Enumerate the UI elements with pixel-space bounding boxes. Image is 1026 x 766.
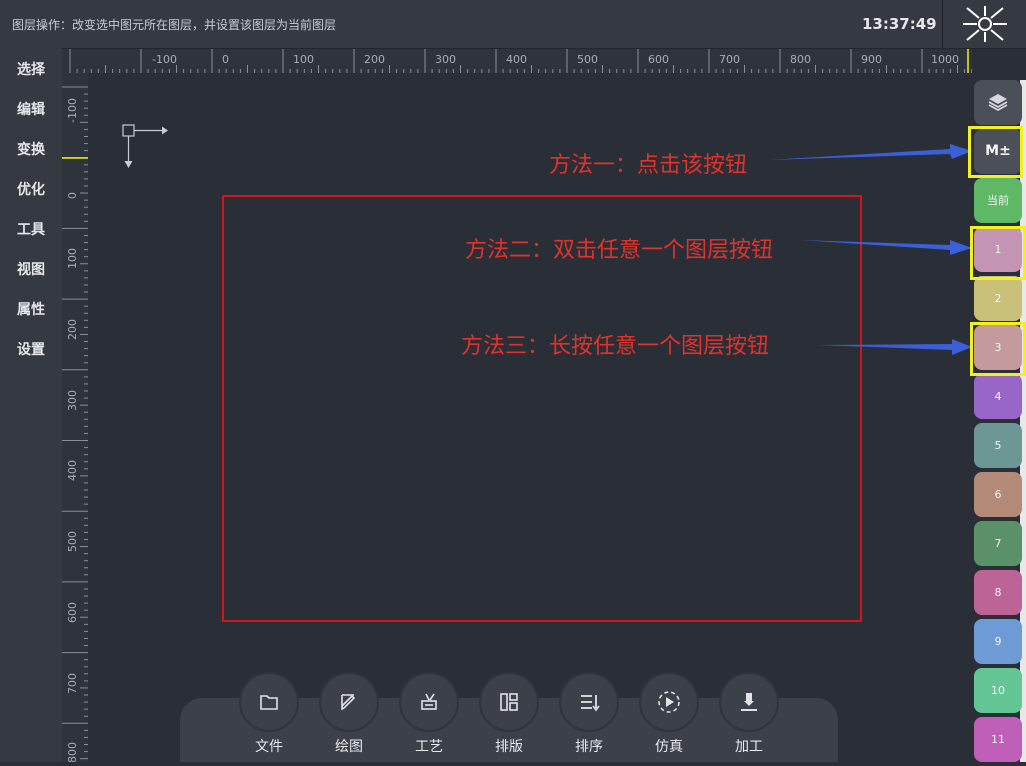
origin-axis-icon bbox=[122, 124, 168, 168]
layer-button-5[interactable]: 5 bbox=[974, 423, 1022, 468]
toolbar-label: 工艺 bbox=[415, 739, 443, 755]
ruler-top-label: 300 bbox=[435, 53, 456, 66]
annotation-method-1: 方法一：点击该按钮 bbox=[549, 153, 748, 178]
ruler-top-label: 400 bbox=[506, 53, 527, 66]
toolbar-process-button[interactable]: 工艺 bbox=[397, 672, 461, 756]
highlight-move-button bbox=[968, 126, 1023, 178]
ruler-left-label: 500 bbox=[66, 531, 79, 552]
ruler-top-label: 700 bbox=[719, 53, 740, 66]
ruler-top-label: 900 bbox=[861, 53, 882, 66]
toolbar-layout-button[interactable]: 排版 bbox=[477, 672, 541, 756]
left-sidebar: 选择 编辑 变换 优化 工具 视图 属性 设置 bbox=[0, 48, 62, 762]
process-icon bbox=[421, 693, 437, 710]
sidebar-item-optimize[interactable]: 优化 bbox=[0, 170, 62, 210]
annotation-method-2: 方法二：双击任意一个图层按钮 bbox=[465, 238, 774, 263]
ruler-top-ticks: -100 0 100 200 300 400 500 600 700 800 9… bbox=[69, 49, 995, 73]
ruler-top-label: -100 bbox=[152, 53, 177, 66]
layer-button-7[interactable]: 7 bbox=[974, 521, 1022, 566]
ruler-left-label: 800 bbox=[66, 742, 79, 762]
toolbar-sort-button[interactable]: 排序 bbox=[557, 672, 621, 756]
ruler-left-label: 300 bbox=[66, 390, 79, 411]
layer-button-8[interactable]: 8 bbox=[974, 570, 1022, 615]
layer-button-2[interactable]: 2 bbox=[974, 276, 1022, 321]
toolbar-label: 文件 bbox=[255, 739, 283, 755]
laser-logo-icon bbox=[963, 6, 1007, 42]
ruler-top-label: 1000 bbox=[931, 53, 959, 66]
annotation-method-3: 方法三：长按任意一个图层按钮 bbox=[461, 334, 770, 359]
toolbar-machining-button[interactable]: 加工 bbox=[717, 672, 781, 756]
layer-button-10[interactable]: 10 bbox=[974, 668, 1022, 713]
sidebar-item-transform[interactable]: 变换 bbox=[0, 130, 62, 170]
layers-icon bbox=[988, 94, 1008, 112]
ruler-left-label: 0 bbox=[66, 192, 79, 199]
ruler-left-ticks: -100 0 100 200 300 400 500 600 700 800 bbox=[62, 86, 88, 763]
draw-icon bbox=[341, 694, 356, 711]
layer-button-6[interactable]: 6 bbox=[974, 472, 1022, 517]
ruler-left-label: -100 bbox=[66, 98, 79, 123]
machining-icon bbox=[741, 693, 757, 711]
ruler-top-label: 600 bbox=[648, 53, 669, 66]
sidebar-item-edit[interactable]: 编辑 bbox=[0, 90, 62, 130]
ruler-top-label: 800 bbox=[790, 53, 811, 66]
highlight-layer-3 bbox=[970, 322, 1026, 376]
layout-icon bbox=[500, 693, 518, 711]
layer-button-9[interactable]: 9 bbox=[974, 619, 1022, 664]
sidebar-item-properties[interactable]: 属性 bbox=[0, 290, 62, 330]
sidebar-item-select[interactable]: 选择 bbox=[0, 50, 62, 90]
status-message: 图层操作：改变选中图元所在图层，并设置该图层为当前图层 bbox=[12, 18, 337, 32]
toolbar-draw-button[interactable]: 绘图 bbox=[317, 672, 381, 756]
toolbar-label: 加工 bbox=[735, 739, 763, 755]
sidebar-item-settings[interactable]: 设置 bbox=[0, 330, 62, 370]
ruler-top-label: 500 bbox=[577, 53, 598, 66]
ruler-left-label: 600 bbox=[66, 602, 79, 623]
sidebar-item-tools[interactable]: 工具 bbox=[0, 210, 62, 250]
logo[interactable] bbox=[942, 0, 1026, 48]
layer-stack-button[interactable] bbox=[974, 80, 1022, 125]
toolbar-simulate-button[interactable]: 仿真 bbox=[637, 672, 701, 756]
layer-current[interactable]: 当前 bbox=[974, 178, 1022, 223]
simulate-icon bbox=[658, 691, 680, 713]
ruler-left: -100 0 100 200 300 400 500 600 700 800 bbox=[62, 73, 88, 763]
highlight-layer-1 bbox=[970, 226, 1026, 280]
layer-button-11[interactable]: 11 bbox=[974, 717, 1022, 762]
ruler-left-label: 200 bbox=[66, 319, 79, 340]
toolbar-label: 绘图 bbox=[335, 739, 363, 755]
toolbar-label: 排序 bbox=[575, 739, 603, 755]
file-icon bbox=[260, 695, 278, 710]
sort-icon bbox=[581, 695, 600, 712]
status-bar: 图层操作：改变选中图元所在图层，并设置该图层为当前图层 13:37:49 bbox=[0, 0, 1026, 49]
clock: 13:37:49 bbox=[862, 15, 937, 33]
ruler-left-label: 700 bbox=[66, 673, 79, 694]
ruler-left-label: 400 bbox=[66, 460, 79, 481]
ruler-top: -100 0 100 200 300 400 500 600 700 800 9… bbox=[62, 49, 995, 73]
ruler-top-label: 100 bbox=[293, 53, 314, 66]
sidebar-item-view[interactable]: 视图 bbox=[0, 250, 62, 290]
toolbar-label: 仿真 bbox=[655, 739, 683, 755]
ruler-left-label: 100 bbox=[66, 248, 79, 269]
layer-button-4[interactable]: 4 bbox=[974, 374, 1022, 419]
toolbar-label: 排版 bbox=[495, 739, 523, 755]
toolbar-file-button[interactable]: 文件 bbox=[237, 672, 301, 756]
ruler-top-label: 200 bbox=[364, 53, 385, 66]
ruler-top-label: 0 bbox=[222, 53, 229, 66]
